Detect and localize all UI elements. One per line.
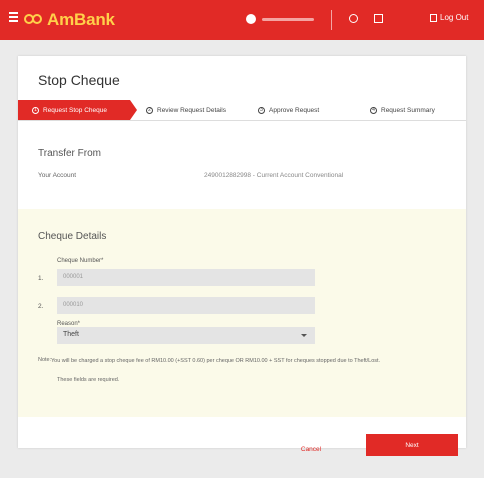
step-number: 4 [370, 106, 377, 114]
inbox-icon[interactable] [374, 14, 383, 23]
step-label: Approve Request [269, 106, 320, 114]
logout-label: Log Out [440, 13, 469, 22]
note-label: Note: [38, 357, 52, 363]
topbar-divider [331, 10, 332, 30]
user-name [262, 18, 314, 21]
menu-icon[interactable] [9, 12, 18, 22]
step-number: 1 [32, 106, 39, 114]
step-label: Request Summary [381, 106, 435, 114]
input-placeholder: 000010 [63, 302, 84, 308]
your-account-value: 2490012882998 - Current Account Conventi… [204, 172, 344, 179]
cheque-details-panel: Cheque Details Cheque Number* 1. 000001 … [18, 209, 466, 417]
top-bar: AmBank Log Out [0, 0, 484, 40]
logo-text: AmBank [47, 10, 115, 29]
logout-icon [430, 13, 437, 22]
reason-select[interactable]: Theft [57, 327, 315, 344]
next-button[interactable]: Next [366, 434, 458, 456]
cancel-button[interactable]: Cancel [276, 438, 346, 460]
your-account-label: Your Account [38, 172, 77, 179]
clock-icon[interactable] [349, 14, 358, 23]
step-label: Request Stop Cheque [43, 106, 107, 114]
ambank-logo-mark-icon [24, 14, 44, 26]
user-icon[interactable] [246, 14, 256, 24]
step-number: 2 [146, 106, 153, 114]
input-placeholder: 000001 [63, 274, 84, 280]
row-number: 2. [38, 303, 44, 310]
required-fields-note: These fields are required. [57, 377, 120, 383]
step-label: Review Request Details [157, 106, 227, 114]
step-request-summary: 4 Request Summary [370, 100, 435, 120]
transfer-from-title: Transfer From [38, 148, 101, 159]
reason-selected-value: Theft [63, 331, 79, 338]
stepper: 1 Request Stop Cheque 2 Review Request D… [18, 100, 466, 121]
ambank-logo[interactable]: AmBank [24, 9, 115, 31]
step-number: 3 [258, 106, 265, 114]
chevron-down-icon [301, 334, 307, 337]
fee-note: You will be charged a stop cheque fee of… [51, 358, 381, 364]
cheque-number-header: Cheque Number* [57, 258, 104, 264]
row-number: 1. [38, 275, 44, 282]
page-title: Stop Cheque [38, 72, 120, 88]
stop-cheque-card: Stop Cheque 1 Request Stop Cheque 2 Revi… [18, 56, 466, 456]
cheque-details-title: Cheque Details [38, 231, 107, 242]
step-request-stop-cheque: 1 Request Stop Cheque [18, 100, 137, 120]
cheque-number-input-2[interactable]: 000010 [57, 297, 315, 314]
logout-button[interactable]: Log Out [430, 13, 468, 22]
step-review-request-details: 2 Review Request Details [146, 100, 226, 120]
cheque-number-input-1[interactable]: 000001 [57, 269, 315, 286]
step-approve-request: 3 Approve Request [258, 100, 319, 120]
